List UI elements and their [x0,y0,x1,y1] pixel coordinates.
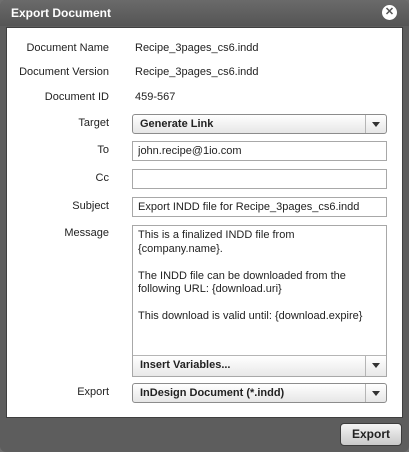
insert-variables-label: Insert Variables... [140,359,231,371]
subject-field[interactable] [132,197,387,217]
export-format-select[interactable]: InDesign Document (*.indd) [132,383,387,403]
export-format-arrow[interactable] [365,384,386,402]
to-label: To [97,144,109,156]
dialog-title: Export Document [11,6,112,20]
to-field[interactable] [132,141,387,161]
export-format-value: InDesign Document (*.indd) [140,387,285,399]
cc-label: Cc [95,172,109,184]
dialog-titlebar: Export Document ✕ [0,0,409,26]
document-name-value: Recipe_3pages_cs6.indd [135,42,259,54]
target-select-value: Generate Link [140,118,214,130]
document-version-value: Recipe_3pages_cs6.indd [135,66,259,78]
document-id-label: Document ID [44,91,109,103]
document-version-label: Document Version [19,66,109,78]
message-label: Message [64,227,109,239]
insert-variables-dropdown[interactable]: Insert Variables... [133,355,386,376]
target-label: Target [78,117,109,129]
chevron-down-icon [372,363,380,368]
close-icon[interactable]: ✕ [382,5,397,20]
dialog-body: Document Name Recipe_3pages_cs6.indd Doc… [6,27,403,418]
message-text[interactable]: This is a finalized INDD file from {comp… [138,229,368,324]
message-field[interactable]: This is a finalized INDD file from {comp… [132,225,387,377]
document-id-value: 459-567 [135,91,176,103]
chevron-down-icon [372,391,380,396]
subject-label: Subject [72,200,109,212]
export-format-label: Export [77,386,109,398]
target-dropdown-arrow[interactable] [365,115,386,133]
export-button[interactable]: Export [340,423,402,446]
export-document-dialog: Export Document ✕ Document Name Recipe_3… [0,0,409,452]
insert-variables-arrow[interactable] [365,356,386,376]
target-select[interactable]: Generate Link [132,114,387,134]
document-name-label: Document Name [26,42,109,54]
cc-field[interactable] [132,169,387,189]
chevron-down-icon [372,122,380,127]
